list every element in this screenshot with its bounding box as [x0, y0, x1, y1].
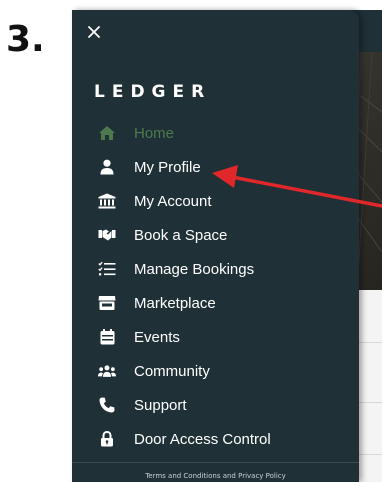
screenshot-stage: 3. 0 LEDGER: [0, 0, 382, 482]
handshake-icon: [98, 226, 116, 244]
menu-item-door-access-control[interactable]: Door Access Control: [72, 422, 359, 456]
lock-icon: [98, 430, 116, 448]
terms-privacy-link[interactable]: Terms and Conditions and Privacy Policy: [145, 472, 286, 480]
step-number: 3.: [6, 19, 45, 60]
menu-item-my-account[interactable]: My Account: [72, 184, 359, 218]
calendar-icon: [98, 328, 116, 346]
menu-item-home[interactable]: Home: [72, 116, 359, 150]
bank-icon: [98, 192, 116, 210]
menu-item-label: My Profile: [134, 158, 201, 176]
users-icon: [98, 362, 116, 380]
menu-item-label: Home: [134, 124, 175, 142]
navigation-drawer: LEDGER Home My Profile My Account Book a…: [72, 10, 359, 482]
drawer-footer: Terms and Conditions and Privacy Policy: [72, 462, 359, 482]
menu-item-community[interactable]: Community: [72, 354, 359, 388]
menu-item-book-a-space[interactable]: Book a Space: [72, 218, 359, 252]
menu-item-label: Events: [134, 328, 180, 346]
menu-item-label: My Account: [134, 192, 212, 210]
menu-item-label: Community: [134, 362, 210, 380]
close-icon: [88, 26, 100, 38]
drawer-menu: Home My Profile My Account Book a Space …: [72, 116, 359, 456]
menu-item-my-profile[interactable]: My Profile: [72, 150, 359, 184]
close-button[interactable]: [86, 24, 102, 40]
menu-item-label: Book a Space: [134, 226, 228, 244]
brand-logo: LEDGER: [94, 82, 212, 102]
phone-icon: [98, 396, 116, 414]
menu-item-events[interactable]: Events: [72, 320, 359, 354]
home-icon: [98, 124, 116, 142]
menu-item-marketplace[interactable]: Marketplace: [72, 286, 359, 320]
checklist-icon: [98, 260, 116, 278]
menu-item-support[interactable]: Support: [72, 388, 359, 422]
menu-item-label: Manage Bookings: [134, 260, 255, 278]
user-icon: [98, 158, 116, 176]
store-icon: [98, 294, 116, 312]
menu-item-manage-bookings[interactable]: Manage Bookings: [72, 252, 359, 286]
menu-item-label: Support: [134, 396, 187, 414]
menu-item-label: Door Access Control: [134, 430, 271, 448]
menu-item-label: Marketplace: [134, 294, 216, 312]
